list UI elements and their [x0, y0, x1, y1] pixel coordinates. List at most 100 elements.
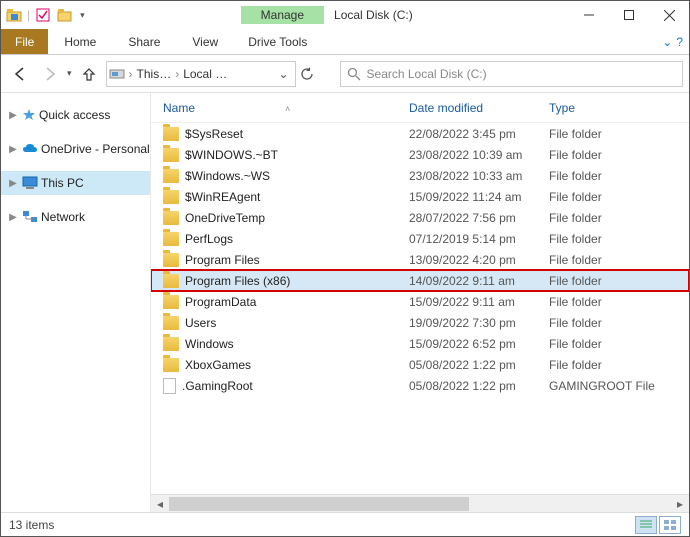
folder-icon — [163, 274, 179, 288]
file-row[interactable]: Program Files (x86) 14/09/2022 9:11 amFil… — [151, 270, 689, 291]
file-date: 05/08/2022 1:22 pm — [409, 379, 549, 393]
large-icons-view-button[interactable] — [659, 516, 681, 534]
file-date: 13/09/2022 4:20 pm — [409, 253, 549, 267]
status-bar: 13 items — [1, 512, 689, 536]
file-row[interactable]: $SysReset22/08/2022 3:45 pmFile folder — [151, 123, 689, 144]
new-folder-icon[interactable] — [56, 6, 74, 24]
horizontal-scrollbar[interactable]: ◂ ▸ — [151, 494, 689, 512]
scroll-left-button[interactable]: ◂ — [151, 495, 169, 512]
ribbon-tabs: File Home Share View Drive Tools ⌄ ? — [1, 29, 689, 55]
content-area: ▶ Quick access ▶ OneDrive - Personal ▶ T… — [1, 93, 689, 512]
column-header-date[interactable]: Date modified — [409, 101, 549, 115]
file-row[interactable]: Windows15/09/2022 6:52 pmFile folder — [151, 333, 689, 354]
up-button[interactable] — [76, 61, 102, 87]
folder-icon — [163, 316, 179, 330]
forward-button[interactable] — [37, 61, 63, 87]
file-date: 15/09/2022 9:11 am — [409, 295, 549, 309]
ribbon-context-label: Manage — [241, 6, 324, 24]
breadcrumb-item[interactable]: This… — [135, 67, 174, 81]
sidebar-item-this-pc[interactable]: ▶ This PC — [1, 171, 150, 195]
scroll-right-button[interactable]: ▸ — [671, 495, 689, 512]
sidebar-item-label: Quick access — [39, 108, 110, 122]
file-type: File folder — [549, 169, 689, 183]
navigation-bar: ▾ › This… › Local … ⌄ Search Local Disk … — [1, 55, 689, 93]
file-row[interactable]: $WINDOWS.~BT23/08/2022 10:39 amFile fold… — [151, 144, 689, 165]
file-tab[interactable]: File — [1, 29, 48, 54]
file-type: File folder — [549, 337, 689, 351]
folder-icon — [163, 232, 179, 246]
file-row[interactable]: $WinREAgent15/09/2022 11:24 amFile folde… — [151, 186, 689, 207]
sidebar-item-label: This PC — [41, 176, 84, 190]
address-bar[interactable]: › This… › Local … ⌄ — [106, 61, 296, 87]
tab-drive-tools[interactable]: Drive Tools — [234, 29, 321, 54]
sort-ascending-icon: ˄ — [195, 104, 290, 114]
file-row[interactable]: Users19/09/2022 7:30 pmFile folder — [151, 312, 689, 333]
file-date: 14/09/2022 9:11 am — [409, 274, 549, 288]
tab-view[interactable]: View — [176, 29, 234, 54]
file-name: Users — [185, 316, 216, 330]
file-name: Program Files (x86) — [185, 274, 290, 288]
chevron-right-icon[interactable]: › — [175, 67, 179, 81]
file-name: Program Files — [185, 253, 260, 267]
folder-icon — [163, 148, 179, 162]
file-name: ProgramData — [185, 295, 256, 309]
sidebar-item-network[interactable]: ▶ Network — [1, 205, 150, 229]
chevron-right-icon[interactable]: › — [129, 67, 133, 81]
scrollbar-thumb[interactable] — [169, 497, 469, 511]
breadcrumb-item[interactable]: Local … — [181, 67, 229, 81]
file-row[interactable]: .GamingRoot05/08/2022 1:22 pmGAMINGROOT … — [151, 375, 689, 396]
minimize-button[interactable] — [569, 1, 609, 29]
folder-icon — [163, 358, 179, 372]
qat-separator: | — [27, 8, 30, 22]
file-list[interactable]: $SysReset22/08/2022 3:45 pmFile folder$W… — [151, 123, 689, 494]
file-row[interactable]: OneDriveTemp28/07/2022 7:56 pmFile folde… — [151, 207, 689, 228]
file-row[interactable]: ProgramData15/09/2022 9:11 amFile folder — [151, 291, 689, 312]
network-icon — [22, 210, 38, 224]
close-button[interactable] — [649, 1, 689, 29]
refresh-button[interactable] — [300, 67, 328, 81]
column-header-type[interactable]: Type — [549, 101, 689, 115]
file-type: File folder — [549, 211, 689, 225]
file-name: Windows — [185, 337, 234, 351]
file-type: File folder — [549, 127, 689, 141]
folder-icon — [163, 337, 179, 351]
chevron-right-icon[interactable]: ▶ — [7, 178, 19, 189]
qat-dropdown-icon[interactable]: ▾ — [78, 10, 87, 21]
search-box[interactable]: Search Local Disk (C:) — [340, 61, 683, 87]
expand-ribbon-icon[interactable]: ⌄ — [662, 35, 672, 49]
title-bar: | ▾ Manage Local Disk (C:) — [1, 1, 689, 29]
sidebar-item-label: OneDrive - Personal — [41, 142, 150, 156]
file-date: 23/08/2022 10:33 am — [409, 169, 549, 183]
recent-locations-dropdown[interactable]: ▾ — [67, 68, 72, 79]
file-row[interactable]: $Windows.~WS23/08/2022 10:33 amFile fold… — [151, 165, 689, 186]
file-name: .GamingRoot — [182, 379, 253, 393]
address-dropdown-icon[interactable]: ⌄ — [275, 67, 293, 81]
tab-share[interactable]: Share — [112, 29, 176, 54]
file-date: 23/08/2022 10:39 am — [409, 148, 549, 162]
file-list-pane: Name˄ Date modified Type $SysReset22/08/… — [151, 93, 689, 512]
properties-icon[interactable] — [34, 6, 52, 24]
file-date: 15/09/2022 11:24 am — [409, 190, 549, 204]
folder-icon — [163, 253, 179, 267]
window-controls — [569, 1, 689, 29]
quick-access-toolbar: | ▾ — [1, 6, 91, 24]
file-row[interactable]: XboxGames05/08/2022 1:22 pmFile folder — [151, 354, 689, 375]
details-view-button[interactable] — [635, 516, 657, 534]
file-type: File folder — [549, 274, 689, 288]
chevron-right-icon[interactable]: ▶ — [7, 144, 19, 155]
tab-home[interactable]: Home — [48, 29, 112, 54]
back-button[interactable] — [7, 61, 33, 87]
sidebar-item-quick-access[interactable]: ▶ Quick access — [1, 103, 150, 127]
chevron-right-icon[interactable]: ▶ — [7, 110, 19, 121]
file-row[interactable]: Program Files13/09/2022 4:20 pmFile fold… — [151, 249, 689, 270]
help-icon[interactable]: ? — [676, 35, 683, 49]
file-date: 28/07/2022 7:56 pm — [409, 211, 549, 225]
chevron-right-icon[interactable]: ▶ — [7, 212, 19, 223]
sidebar-item-onedrive[interactable]: ▶ OneDrive - Personal — [1, 137, 150, 161]
folder-icon — [163, 295, 179, 309]
folder-icon — [163, 190, 179, 204]
window-title: Local Disk (C:) — [324, 8, 423, 22]
file-row[interactable]: PerfLogs07/12/2019 5:14 pmFile folder — [151, 228, 689, 249]
maximize-button[interactable] — [609, 1, 649, 29]
column-header-name[interactable]: Name˄ — [163, 101, 409, 115]
